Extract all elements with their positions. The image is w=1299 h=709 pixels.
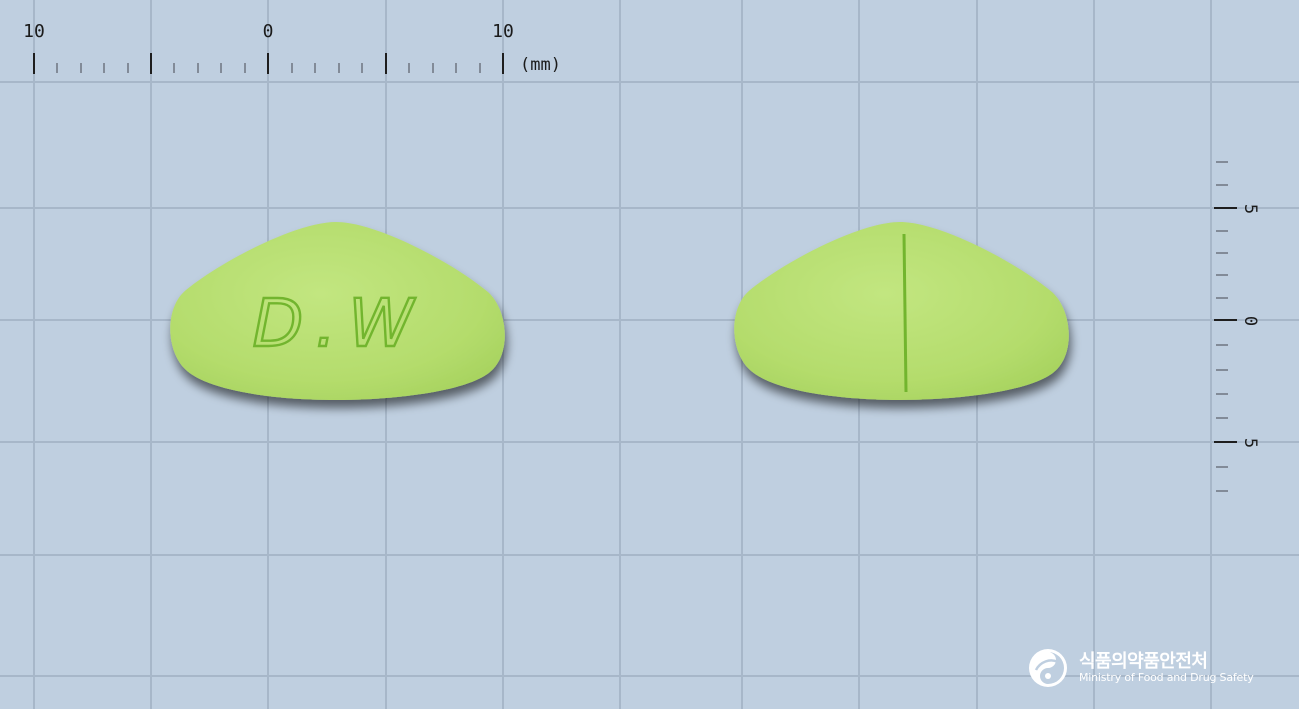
mfds-logo: 식품의약품안전처 Ministry of Food and Drug Safet… (1028, 646, 1278, 690)
pill-back (734, 222, 1069, 400)
logo-english-text: Ministry of Food and Drug Safety (1079, 671, 1254, 684)
pill-front-imprint: D.W (252, 285, 425, 362)
pill-images: D.W (170, 222, 1069, 400)
pill-photo-stage: 10 0 10 (mm) 5 0 5 D.W 식품의약품안전처 Ministry… (0, 0, 1299, 709)
pill-back-score-line (902, 233, 908, 393)
pill-front: D.W (170, 222, 505, 400)
mfds-emblem-icon (1029, 649, 1067, 687)
logo-korean-text: 식품의약품안전처 (1079, 651, 1208, 672)
pill-back-body (734, 222, 1069, 400)
